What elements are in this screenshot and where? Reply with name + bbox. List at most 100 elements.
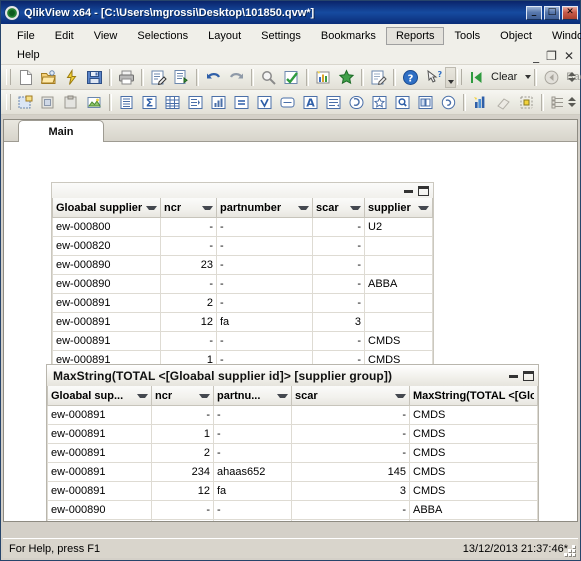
cell[interactable]: ABBA — [409, 500, 538, 520]
cell[interactable]: 23 — [160, 255, 217, 275]
cell[interactable]: - — [291, 500, 410, 520]
cell[interactable]: - — [216, 293, 313, 313]
copy-sheet-icon[interactable] — [38, 92, 59, 113]
table-row[interactable]: ew-000891 1 - - CMDS — [47, 424, 538, 444]
cell[interactable]: - — [216, 255, 313, 275]
cell[interactable]: ABBA — [409, 519, 538, 521]
cell[interactable]: - — [312, 274, 365, 294]
column-header-scar[interactable]: scar — [312, 198, 365, 218]
cell[interactable]: ew-000891 — [52, 331, 161, 351]
table-row[interactable]: ew-000820 - - - — [52, 236, 433, 256]
toolbar-grip[interactable] — [6, 94, 11, 110]
column-header-maxstring-expression[interactable]: MaxString(TOTAL <[Gloabal... — [409, 386, 538, 406]
cell[interactable]: 2 — [160, 293, 217, 313]
table-row[interactable]: ew-000890 - - - ABBA — [52, 274, 433, 294]
cell[interactable]: CMDS — [409, 405, 538, 425]
cell[interactable]: ew-000890 — [47, 519, 152, 521]
cell[interactable]: ew-000891 — [47, 405, 152, 425]
cell[interactable]: - — [213, 443, 292, 463]
grid-icon[interactable] — [516, 92, 537, 113]
open-folder-icon[interactable] — [38, 67, 59, 88]
text-object-icon[interactable]: A — [300, 92, 321, 113]
cell[interactable]: CMDS — [409, 424, 538, 444]
window-close-button[interactable]: ✕ — [562, 5, 578, 20]
clear-dropdown-chevron-down-icon[interactable] — [525, 75, 532, 79]
column-header-ncr[interactable]: ncr — [151, 386, 214, 406]
cell[interactable]: ABBA — [364, 274, 433, 294]
mdi-minimize-button[interactable]: _ — [533, 50, 539, 62]
table-row[interactable]: ew-000891 2 - - CMDS — [47, 443, 538, 463]
table-box-2[interactable]: MaxString(TOTAL <[Gloabal supplier id]> … — [46, 364, 539, 521]
sheet-tab-main[interactable]: Main — [18, 120, 104, 142]
cell[interactable]: - — [216, 217, 313, 237]
new-document-icon[interactable] — [15, 67, 36, 88]
table-box-2-maximize-icon[interactable] — [523, 370, 534, 381]
cell[interactable]: fa — [213, 481, 292, 501]
table-row[interactable]: ew-000891 - - - CMDS — [52, 331, 433, 351]
toolbar-grip[interactable] — [6, 69, 11, 85]
current-selections-box-icon[interactable] — [346, 92, 367, 113]
favorite-star-icon[interactable] — [336, 67, 357, 88]
column-header-supplier-group[interactable]: supplier group — [364, 198, 433, 218]
window-maximize-button[interactable]: □ — [544, 5, 560, 20]
cell[interactable]: CMDS — [409, 443, 538, 463]
table-row[interactable]: ew-000890 23 - - — [52, 255, 433, 275]
cell[interactable] — [364, 312, 433, 332]
menu-item-window[interactable]: Window — [542, 27, 581, 45]
slider-icon[interactable] — [323, 92, 344, 113]
cell[interactable]: ew-000890 — [52, 255, 161, 275]
window-minimize-button[interactable]: _ — [526, 5, 542, 20]
table-box-2-grid[interactable]: Gloabal sup... ncr partnu... scar MaxStr… — [47, 386, 538, 521]
cell[interactable]: - — [213, 424, 292, 444]
table-box-2-caption[interactable]: MaxString(TOTAL <[Gloabal supplier id]> … — [46, 364, 539, 386]
column-header-ncr[interactable]: ncr — [160, 198, 217, 218]
cell[interactable]: - — [213, 519, 292, 521]
cell[interactable]: fa — [216, 312, 313, 332]
redo-icon[interactable] — [226, 67, 247, 88]
table-box-1-minimize-icon[interactable] — [404, 188, 413, 193]
menu-item-tools[interactable]: Tools — [444, 27, 490, 45]
cell[interactable]: 234 — [151, 462, 214, 482]
cell[interactable]: - — [160, 274, 217, 294]
context-help-icon[interactable]: ? — [423, 67, 444, 88]
edit-script-icon[interactable] — [148, 67, 169, 88]
cell[interactable]: ahaas652 — [213, 462, 292, 482]
chevron-down-icon[interactable] — [199, 393, 210, 398]
cell[interactable]: - — [160, 236, 217, 256]
cell[interactable]: - — [216, 236, 313, 256]
cell[interactable]: 12 — [160, 312, 217, 332]
menu-item-view[interactable]: View — [84, 27, 128, 45]
menu-item-help[interactable]: Help — [7, 46, 50, 64]
cell[interactable]: CMDS — [409, 481, 538, 501]
column-header-global-supplier-id[interactable]: Gloabal supplier id — [52, 198, 161, 218]
table-box-icon[interactable] — [162, 92, 183, 113]
cell[interactable]: - — [160, 331, 217, 351]
menu-item-selections[interactable]: Selections — [127, 27, 198, 45]
cell[interactable]: - — [312, 255, 365, 275]
container-icon[interactable] — [415, 92, 436, 113]
cell[interactable]: - — [151, 500, 214, 520]
table-box-1-grid[interactable]: Gloabal supplier id ncr partnumber scar … — [52, 198, 433, 389]
menu-item-layout[interactable]: Layout — [198, 27, 251, 45]
cell[interactable]: 2 — [151, 443, 214, 463]
menu-item-edit[interactable]: Edit — [45, 27, 84, 45]
input-box-icon[interactable] — [277, 92, 298, 113]
chevron-down-icon[interactable] — [277, 393, 288, 398]
cell[interactable]: ew-000891 — [52, 312, 161, 332]
paste-sheet-icon[interactable] — [61, 92, 82, 113]
table-box-1-maximize-icon[interactable] — [418, 185, 429, 196]
chevron-down-icon[interactable] — [298, 205, 309, 210]
cell[interactable]: ew-000891 — [52, 293, 161, 313]
chevron-down-icon[interactable] — [137, 393, 148, 398]
table-box-1[interactable]: Gloabal supplier id ncr partnumber scar … — [51, 182, 434, 390]
cell[interactable]: ew-000890 — [52, 274, 161, 294]
cell[interactable]: ew-000891 — [47, 462, 152, 482]
cell[interactable]: - — [213, 500, 292, 520]
export-icon[interactable] — [171, 67, 192, 88]
cell[interactable]: ew-000891 — [47, 443, 152, 463]
toolbar-expand-handle[interactable] — [566, 67, 578, 87]
cell[interactable]: 23 — [151, 519, 214, 521]
cell[interactable]: CMDS — [364, 331, 433, 351]
cell[interactable] — [364, 255, 433, 275]
cell[interactable]: - — [291, 443, 410, 463]
